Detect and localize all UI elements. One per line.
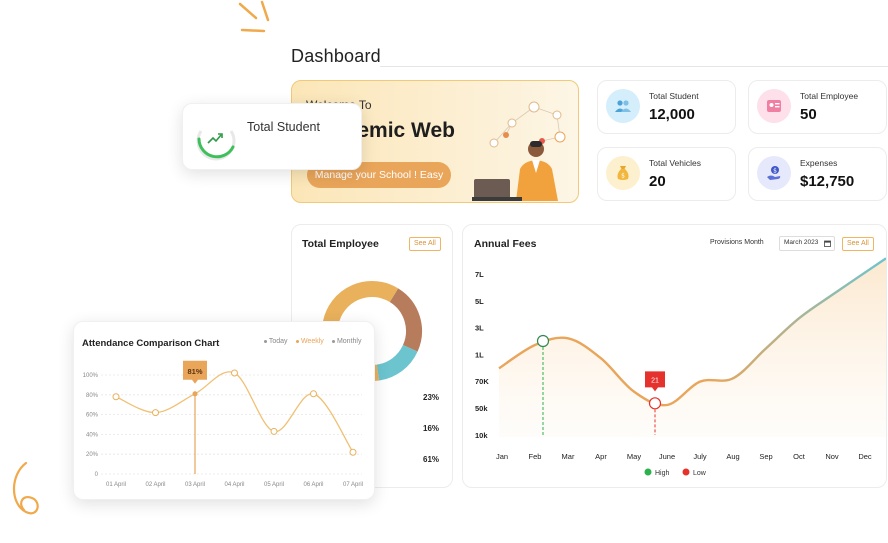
x-tick-label: Sep	[759, 452, 772, 461]
stat-value: 12,000	[649, 106, 695, 123]
svg-text:$: $	[773, 168, 777, 175]
decorative-swirl	[13, 461, 39, 515]
y-tick-label: 80%	[86, 393, 99, 399]
money-bag-icon: $	[606, 156, 640, 190]
highlight-point	[192, 391, 198, 397]
stat-total-employee[interactable]: Total Employee 50	[748, 80, 887, 134]
stat-label: Total Vehicles	[649, 158, 701, 168]
legend-high-label: High	[655, 470, 670, 477]
y-tick-label: 50k	[475, 404, 488, 413]
y-tick-label: 0	[95, 472, 99, 478]
low-point	[648, 397, 662, 410]
card-title: Total Employee	[302, 238, 379, 250]
teacher-illustration	[472, 101, 566, 201]
x-tick-label: 02 April	[145, 482, 165, 488]
decorative-sparkle	[238, 0, 270, 33]
x-tick-label: Jan	[496, 452, 508, 461]
title-divider	[380, 66, 888, 67]
stat-label: Total Employee	[800, 91, 859, 101]
x-tick-label: 05 April	[264, 482, 284, 488]
data-point	[270, 427, 278, 435]
y-tick-label: 40%	[86, 432, 99, 438]
x-tick-label: July	[693, 452, 707, 461]
total-student-badge: Total Student	[182, 103, 362, 170]
stat-total-student[interactable]: Total Student 12,000	[597, 80, 736, 134]
x-tick-label: 03 April	[185, 482, 205, 488]
donut-slice	[376, 344, 418, 381]
stat-value: $12,750	[800, 173, 855, 190]
area-fill	[499, 258, 886, 437]
x-tick-label: 06 April	[303, 482, 323, 488]
highlight-tooltip-label: 81%	[187, 367, 202, 376]
svg-text:$: $	[621, 173, 625, 180]
x-tick-label: Nov	[825, 452, 839, 461]
x-tick-label: May	[627, 452, 641, 461]
attendance-chart: 100% 80% 60% 40% 20% 0 01 April 02 April 03 Apri…	[83, 360, 363, 488]
stat-value: 20	[649, 173, 666, 190]
stat-value: 50	[800, 106, 817, 123]
y-tick-label: 5L	[475, 297, 484, 306]
id-card-icon	[757, 89, 791, 123]
y-tick-label: 7L	[475, 270, 484, 279]
x-tick-label: 04 April	[224, 482, 244, 488]
x-tick-label: 01 April	[106, 482, 126, 488]
y-tick-label: 60%	[86, 413, 99, 419]
y-tick-label: 10k	[475, 431, 488, 440]
badge-label: Total Student	[247, 120, 320, 134]
x-tick-label: Oct	[793, 452, 806, 461]
legend-low-dot	[682, 468, 690, 476]
y-tick-label: 100%	[83, 373, 99, 379]
high-point	[536, 334, 550, 348]
x-tick-label: 07 April	[343, 482, 363, 488]
legend-low-label: Low	[693, 470, 707, 477]
hand-coin-icon: $	[757, 156, 791, 190]
page-title: Dashboard	[291, 46, 381, 66]
low-tooltip-label: 21	[651, 377, 659, 384]
attendance-comparison-card: Attendance Comparison Chart Today Weekly…	[73, 321, 375, 500]
trend-up-icon	[196, 130, 236, 161]
x-tick-label: Dec	[858, 452, 872, 461]
x-tick-label: Apr	[595, 452, 607, 461]
x-tick-label: Feb	[529, 452, 542, 461]
legend-high-dot	[644, 468, 652, 476]
see-all-button[interactable]: See All	[409, 237, 441, 251]
stat-label: Expenses	[800, 158, 838, 168]
data-point	[349, 448, 357, 456]
x-tick-label: June	[659, 452, 675, 461]
x-tick-label: Mar	[562, 452, 575, 461]
y-tick-label: 70K	[475, 377, 489, 386]
stat-expenses[interactable]: $ Expenses $12,750	[748, 147, 887, 201]
students-icon	[606, 89, 640, 123]
percent-label: 61%	[423, 455, 440, 464]
percent-label: 16%	[423, 424, 440, 433]
y-tick-label: 3L	[475, 324, 484, 333]
annual-fees-chart: 7L 5L 3L 1L 70K 50k 10k Jan Feb Mar Apr May June July…	[475, 257, 886, 477]
stat-label: Total Student	[649, 91, 699, 101]
percent-label: 23%	[423, 393, 440, 402]
stat-total-vehicles[interactable]: $ Total Vehicles 20	[597, 147, 736, 201]
data-point	[310, 390, 317, 398]
y-tick-label: 1L	[475, 350, 484, 359]
donut-slice	[389, 288, 422, 352]
x-tick-label: Aug	[726, 452, 739, 461]
annual-fees-card: Annual Fees Provisions Month March 2023 …	[462, 224, 887, 488]
data-point	[112, 393, 120, 401]
y-tick-label: 20%	[86, 452, 99, 458]
attendance-line	[115, 371, 354, 453]
data-point	[231, 369, 238, 377]
data-point	[152, 409, 159, 417]
